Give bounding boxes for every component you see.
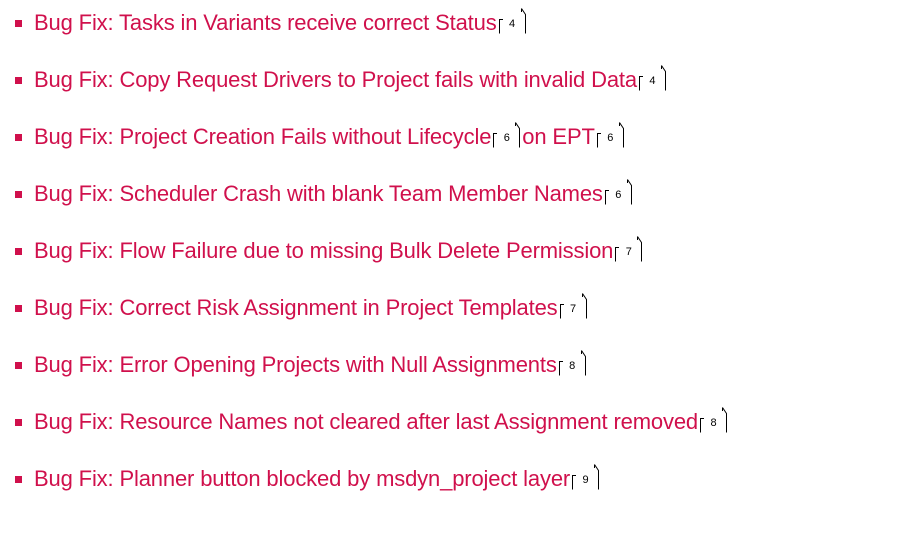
toc-link[interactable]: Bug Fix: Planner button blocked by msdyn… <box>34 466 570 492</box>
square-bullet-icon <box>15 304 22 312</box>
toc-item: Bug Fix: Tasks in Variants receive corre… <box>0 3 528 43</box>
page-number[interactable]: 6 <box>615 190 621 205</box>
page-number[interactable]: 7 <box>626 247 632 262</box>
toc-link[interactable]: Bug Fix: Correct Risk Assignment in Proj… <box>34 295 558 321</box>
toc-item: Bug Fix: Project Creation Fails without … <box>0 117 626 157</box>
square-bullet-icon <box>15 247 22 255</box>
page-reference[interactable]: 4 <box>638 65 666 91</box>
square-bullet-icon <box>15 76 22 84</box>
page-reference[interactable]: 8 <box>700 407 728 433</box>
square-bullet-icon <box>15 475 22 483</box>
toc-item: Bug Fix: Resource Names not cleared afte… <box>0 402 729 442</box>
page-reference[interactable]: 6 <box>493 122 521 148</box>
page-reference[interactable]: 7 <box>615 236 643 262</box>
square-bullet-icon <box>15 418 22 426</box>
toc-link[interactable]: Bug Fix: Scheduler Crash with blank Team… <box>34 181 603 207</box>
toc-item: Bug Fix: Flow Failure due to missing Bul… <box>0 231 644 271</box>
toc-link[interactable]: Bug Fix: Tasks in Variants receive corre… <box>34 10 497 36</box>
square-bullet-icon <box>15 190 22 198</box>
toc-link[interactable]: Bug Fix: Project Creation Fails without … <box>34 124 491 150</box>
page-number[interactable]: 7 <box>570 304 576 319</box>
page-reference[interactable]: 8 <box>558 350 586 376</box>
square-bullet-icon <box>15 19 22 27</box>
toc-link-continuation[interactable]: on EPT <box>522 124 595 150</box>
toc-link[interactable]: Bug Fix: Copy Request Drivers to Project… <box>34 67 637 93</box>
toc-item: Bug Fix: Scheduler Crash with blank Team… <box>0 174 634 214</box>
page-reference[interactable]: 7 <box>559 293 587 319</box>
toc-link[interactable]: Bug Fix: Resource Names not cleared afte… <box>34 409 698 435</box>
page-number[interactable]: 8 <box>710 418 716 433</box>
page-reference[interactable]: 6 <box>596 122 624 148</box>
page-reference[interactable]: 6 <box>604 179 632 205</box>
toc-item: Bug Fix: Copy Request Drivers to Project… <box>0 60 668 100</box>
page-number[interactable]: 4 <box>649 76 655 91</box>
page-number[interactable]: 6 <box>607 133 613 148</box>
toc-link[interactable]: Bug Fix: Flow Failure due to missing Bul… <box>34 238 613 264</box>
page-reference[interactable]: 9 <box>572 464 600 490</box>
square-bullet-icon <box>15 133 22 141</box>
page-number[interactable]: 4 <box>509 19 515 34</box>
page-reference[interactable]: 4 <box>498 8 526 34</box>
page-number[interactable]: 6 <box>504 133 510 148</box>
page-number[interactable]: 8 <box>569 361 575 376</box>
toc-item: Bug Fix: Error Opening Projects with Nul… <box>0 345 588 385</box>
page-number[interactable]: 9 <box>583 475 589 490</box>
toc-link[interactable]: Bug Fix: Error Opening Projects with Nul… <box>34 352 557 378</box>
square-bullet-icon <box>15 361 22 369</box>
toc-item: Bug Fix: Correct Risk Assignment in Proj… <box>0 288 589 328</box>
toc-item: Bug Fix: Planner button blocked by msdyn… <box>0 459 601 499</box>
